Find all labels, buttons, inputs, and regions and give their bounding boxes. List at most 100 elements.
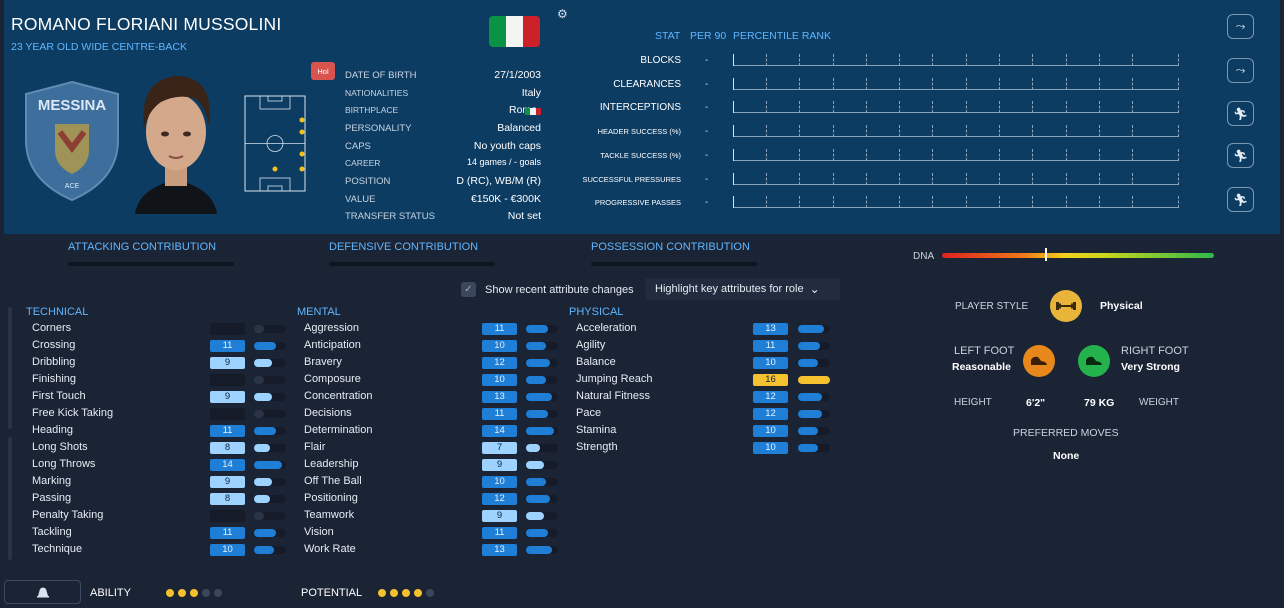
- attribute-name[interactable]: Aggression: [304, 322, 359, 334]
- info-value[interactable]: €150K - €300K: [471, 193, 541, 205]
- attribute-value[interactable]: 14: [482, 425, 517, 437]
- attribute-value[interactable]: 14: [210, 459, 245, 471]
- attribute-value[interactable]: 10: [482, 476, 517, 488]
- show-recent-label[interactable]: Show recent attribute changes: [485, 284, 634, 296]
- attribute-name[interactable]: Crossing: [32, 339, 75, 351]
- attribute-name[interactable]: Passing: [32, 492, 71, 504]
- attribute-name[interactable]: Leadership: [304, 458, 358, 470]
- info-value[interactable]: D (RC), WB/M (R): [456, 175, 541, 187]
- attribute-value[interactable]: 12: [753, 391, 788, 403]
- club-crest-icon[interactable]: MESSINA ACE: [20, 80, 124, 202]
- attribute-name[interactable]: Technique: [32, 543, 82, 555]
- attribute-name[interactable]: Long Shots: [32, 441, 88, 453]
- scrollbar-segment[interactable]: [8, 437, 12, 560]
- attribute-name[interactable]: Teamwork: [304, 509, 354, 521]
- attribute-value[interactable]: 11: [482, 323, 517, 335]
- contribution-title[interactable]: ATTACKING CONTRIBUTION: [68, 241, 216, 253]
- attribute-value[interactable]: 11: [210, 340, 245, 352]
- gear-icon[interactable]: ⚙: [557, 8, 570, 21]
- attribute-name[interactable]: Strength: [576, 441, 618, 453]
- attribute-value[interactable]: 10: [210, 544, 245, 556]
- attribute-value[interactable]: 10: [482, 374, 517, 386]
- attribute-name[interactable]: Stamina: [576, 424, 616, 436]
- holiday-badge[interactable]: Hol: [311, 62, 335, 80]
- attribute-name[interactable]: Decisions: [304, 407, 352, 419]
- attribute-name[interactable]: Work Rate: [304, 543, 356, 555]
- attribute-value[interactable]: 8: [210, 442, 245, 454]
- show-recent-checkbox[interactable]: ✓: [461, 282, 476, 297]
- attribute-name[interactable]: Positioning: [304, 492, 358, 504]
- attribute-value[interactable]: 9: [210, 391, 245, 403]
- position-pitch-map[interactable]: [244, 95, 306, 192]
- attribute-value[interactable]: 9: [210, 357, 245, 369]
- attribute-name[interactable]: Acceleration: [576, 322, 637, 334]
- stat-label[interactable]: INTERCEPTIONS: [600, 102, 681, 113]
- runner-icon[interactable]: 🏃︎: [1227, 101, 1254, 126]
- attribute-name[interactable]: Agility: [576, 339, 605, 351]
- stat-label[interactable]: TACKLE SUCCESS (%): [600, 151, 681, 160]
- attribute-value[interactable]: 13: [482, 544, 517, 556]
- stat-label[interactable]: PROGRESSIVE PASSES: [595, 198, 681, 207]
- attribute-value[interactable]: 9: [210, 476, 245, 488]
- attribute-name[interactable]: Marking: [32, 475, 71, 487]
- attribute-value[interactable]: 13: [753, 323, 788, 335]
- attribute-value[interactable]: 10: [753, 357, 788, 369]
- attribute-name[interactable]: Pace: [576, 407, 601, 419]
- attribute-name[interactable]: First Touch: [32, 390, 86, 402]
- attribute-name[interactable]: Long Throws: [32, 458, 95, 470]
- attribute-value[interactable]: 11: [753, 340, 788, 352]
- right-boot-icon[interactable]: [1078, 345, 1110, 377]
- stat-label[interactable]: CLEARANCES: [613, 79, 681, 90]
- attribute-value[interactable]: 11: [482, 527, 517, 539]
- nationality-flag-icon[interactable]: [489, 16, 540, 47]
- tackle-icon[interactable]: ⤳: [1227, 14, 1254, 39]
- attribute-name[interactable]: Flair: [304, 441, 325, 453]
- attribute-value[interactable]: 9: [482, 459, 517, 471]
- attribute-name[interactable]: Balance: [576, 356, 616, 368]
- attribute-name[interactable]: Natural Fitness: [576, 390, 650, 402]
- attribute-name[interactable]: Vision: [304, 526, 334, 538]
- attribute-value[interactable]: [210, 408, 245, 420]
- contribution-title[interactable]: POSSESSION CONTRIBUTION: [591, 241, 750, 253]
- attribute-name[interactable]: Bravery: [304, 356, 342, 368]
- attribute-value[interactable]: 7: [482, 442, 517, 454]
- attribute-value[interactable]: 11: [210, 527, 245, 539]
- attribute-value[interactable]: [210, 323, 245, 335]
- per90-header[interactable]: PER 90: [690, 30, 726, 42]
- attribute-value[interactable]: 8: [210, 493, 245, 505]
- attribute-name[interactable]: Jumping Reach: [576, 373, 652, 385]
- attribute-value[interactable]: 11: [210, 425, 245, 437]
- attribute-value[interactable]: 12: [753, 408, 788, 420]
- left-boot-icon[interactable]: [1023, 345, 1055, 377]
- attribute-name[interactable]: Corners: [32, 322, 71, 334]
- attribute-value[interactable]: [210, 510, 245, 522]
- attribute-name[interactable]: Anticipation: [304, 339, 361, 351]
- attribute-name[interactable]: Composure: [304, 373, 361, 385]
- player-subtitle[interactable]: 23 YEAR OLD WIDE CENTRE-BACK: [11, 41, 187, 53]
- stat-label[interactable]: HEADER SUCCESS (%): [598, 127, 681, 136]
- attribute-value[interactable]: 11: [482, 408, 517, 420]
- percentile-header[interactable]: PERCENTILE RANK: [733, 30, 831, 42]
- attribute-value[interactable]: 16: [753, 374, 788, 386]
- tackle-icon[interactable]: ⤳: [1227, 58, 1254, 83]
- highlight-attributes-dropdown[interactable]: Highlight key attributes for role ⌄: [645, 278, 840, 300]
- attribute-name[interactable]: Off The Ball: [304, 475, 362, 487]
- scrollbar-segment[interactable]: [8, 307, 12, 429]
- attribute-name[interactable]: Determination: [304, 424, 372, 436]
- attribute-name[interactable]: Penalty Taking: [32, 509, 103, 521]
- attribute-value[interactable]: 10: [753, 442, 788, 454]
- attribute-value[interactable]: 13: [482, 391, 517, 403]
- attribute-value[interactable]: 10: [482, 340, 517, 352]
- attribute-name[interactable]: Free Kick Taking: [32, 407, 113, 419]
- stat-header[interactable]: STAT: [655, 30, 680, 42]
- attribute-name[interactable]: Heading: [32, 424, 73, 436]
- attribute-name[interactable]: Concentration: [304, 390, 373, 402]
- attribute-name[interactable]: Finishing: [32, 373, 76, 385]
- attribute-value[interactable]: 12: [482, 357, 517, 369]
- coach-report-button[interactable]: [4, 580, 81, 604]
- attribute-name[interactable]: Dribbling: [32, 356, 75, 368]
- stat-label[interactable]: BLOCKS: [640, 55, 681, 66]
- runner-icon[interactable]: 🏃︎: [1227, 187, 1254, 212]
- stat-label[interactable]: SUCCESSFUL PRESSURES: [583, 175, 682, 184]
- attribute-name[interactable]: Tackling: [32, 526, 72, 538]
